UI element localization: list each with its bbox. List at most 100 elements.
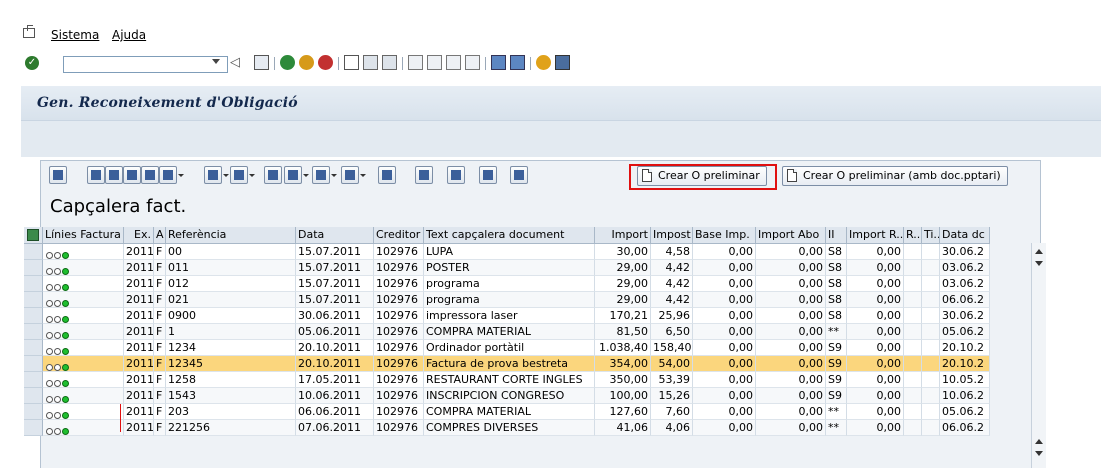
cell-abo[interactable]: 0,00 [756,356,826,372]
cell-base[interactable]: 0,00 [693,276,756,292]
cell-text[interactable]: INSCRIPCION CONGRESO [424,388,595,404]
save-icon[interactable] [254,55,269,70]
cell-a[interactable]: F [154,340,166,356]
cell-abo[interactable]: 0,00 [756,308,826,324]
cell-ti[interactable] [922,420,940,436]
row-selector[interactable] [24,260,43,276]
cell-cred[interactable]: 102976 [374,372,424,388]
cell-cred[interactable]: 102976 [374,404,424,420]
cell-imp[interactable]: 127,60 [595,404,651,420]
cell-imp[interactable]: 100,00 [595,388,651,404]
cell-r[interactable] [904,292,922,308]
cell-ti[interactable] [922,356,940,372]
cell-text[interactable]: COMPRA MATERIAL [424,324,595,340]
cell-abo[interactable]: 0,00 [756,340,826,356]
col-creditor[interactable]: Creditor [374,227,424,243]
col-data-dc[interactable]: Data dc [940,227,990,243]
cell-abo[interactable]: 0,00 [756,420,826,436]
cell-text[interactable]: COMPRA MATERIAL [424,404,595,420]
cell-imp[interactable]: 1.038,40 [595,340,651,356]
cell-r[interactable] [904,356,922,372]
cell-text[interactable]: COMPRES DIVERSES [424,420,595,436]
cell-abo[interactable]: 0,00 [756,260,826,276]
cell-datadc[interactable]: 06.06.2 [940,420,990,436]
print-preview-icon[interactable] [264,166,282,184]
cell-ref[interactable]: 0900 [166,308,296,324]
cell-datadc[interactable]: 05.06.2 [940,404,990,420]
export-dropdown-icon[interactable] [302,166,309,184]
cell-cred[interactable]: 102976 [374,340,424,356]
cell-impr[interactable]: 0,00 [847,260,904,276]
cell-impr[interactable]: 0,00 [847,292,904,308]
cell-ti[interactable] [922,308,940,324]
enter-check-icon[interactable]: ✓ [25,56,39,70]
refresh-icon[interactable] [447,166,465,184]
cell-cred[interactable]: 102976 [374,276,424,292]
table-row[interactable]: 2011 F 021 15.07.2011 102976 programa 29,00 4,4… [24,292,990,308]
cell-ii[interactable]: ** [826,420,847,436]
cell-cred[interactable]: 102976 [374,356,424,372]
cell-impost[interactable]: 4,42 [651,276,693,292]
cell-cred[interactable]: 102976 [374,420,424,436]
cell-ii[interactable]: S9 [826,340,847,356]
cell-cred[interactable]: 102976 [374,324,424,340]
cell-cred[interactable]: 102976 [374,308,424,324]
help-icon[interactable] [536,55,551,70]
table-row[interactable]: 2011 F 0900 30.06.2011 102976 impressora lase… [24,308,990,324]
cell-datadc[interactable]: 30.06.2 [940,244,990,260]
row-selector[interactable] [24,420,43,436]
cell-r[interactable] [904,244,922,260]
row-selector[interactable] [24,244,43,260]
cell-a[interactable]: F [154,308,166,324]
cell-cred[interactable]: 102976 [374,244,424,260]
cell-base[interactable]: 0,00 [693,324,756,340]
cell-impr[interactable]: 0,00 [847,276,904,292]
layout-menu-icon[interactable] [555,55,570,70]
cell-a[interactable]: F [154,420,166,436]
last-page-icon[interactable] [465,55,480,70]
cell-base[interactable]: 0,00 [693,404,756,420]
cell-datadc[interactable]: 30.06.2 [940,308,990,324]
info-icon[interactable] [415,166,433,184]
cell-r[interactable] [904,388,922,404]
cell-ex[interactable]: 2011 [124,276,154,292]
command-input[interactable] [64,57,218,72]
cell-impr[interactable]: 0,00 [847,340,904,356]
cell-impost[interactable]: 4,42 [651,292,693,308]
cell-a[interactable]: F [154,324,166,340]
table-row[interactable]: 2011 F 1 05.06.2011 102976 COMPRA MATERIAL 81,… [24,324,990,340]
cell-r[interactable] [904,372,922,388]
cell-data[interactable]: 15.07.2011 [296,244,374,260]
cell-data[interactable]: 10.06.2011 [296,388,374,404]
cell-r[interactable] [904,340,922,356]
sum-icon[interactable] [204,166,222,184]
cell-ii[interactable]: S8 [826,308,847,324]
cell-impost[interactable]: 54,00 [651,356,693,372]
cell-ex[interactable]: 2011 [124,340,154,356]
cell-text[interactable]: POSTER [424,260,595,276]
cell-data[interactable]: 06.06.2011 [296,404,374,420]
cell-text[interactable]: Ordinador portàtil [424,340,595,356]
cell-ex[interactable]: 2011 [124,308,154,324]
row-selector[interactable] [24,356,43,372]
cell-impost[interactable]: 6,50 [651,324,693,340]
sum-dropdown-icon[interactable] [222,166,229,184]
layout-settings-icon[interactable] [27,229,39,241]
cell-cred[interactable]: 102976 [374,292,424,308]
cell-ref[interactable]: 12345 [166,356,296,372]
cell-ref[interactable]: 1234 [166,340,296,356]
cell-text[interactable]: programa [424,292,595,308]
cell-data[interactable]: 20.10.2011 [296,356,374,372]
cell-a[interactable]: F [154,292,166,308]
find-icon[interactable] [123,166,141,184]
cell-ii[interactable]: S8 [826,244,847,260]
cell-data[interactable]: 20.10.2011 [296,340,374,356]
table-row[interactable]: 2011 F 1258 17.05.2011 102976 RESTAURANT CORT… [24,372,990,388]
col-text[interactable]: Text capçalera document [424,227,595,243]
cell-imp[interactable]: 350,00 [595,372,651,388]
cell-a[interactable]: F [154,388,166,404]
cell-ii[interactable]: S9 [826,356,847,372]
cell-r[interactable] [904,276,922,292]
scroll-down-icon[interactable] [1035,261,1043,266]
print-icon[interactable] [344,55,359,70]
